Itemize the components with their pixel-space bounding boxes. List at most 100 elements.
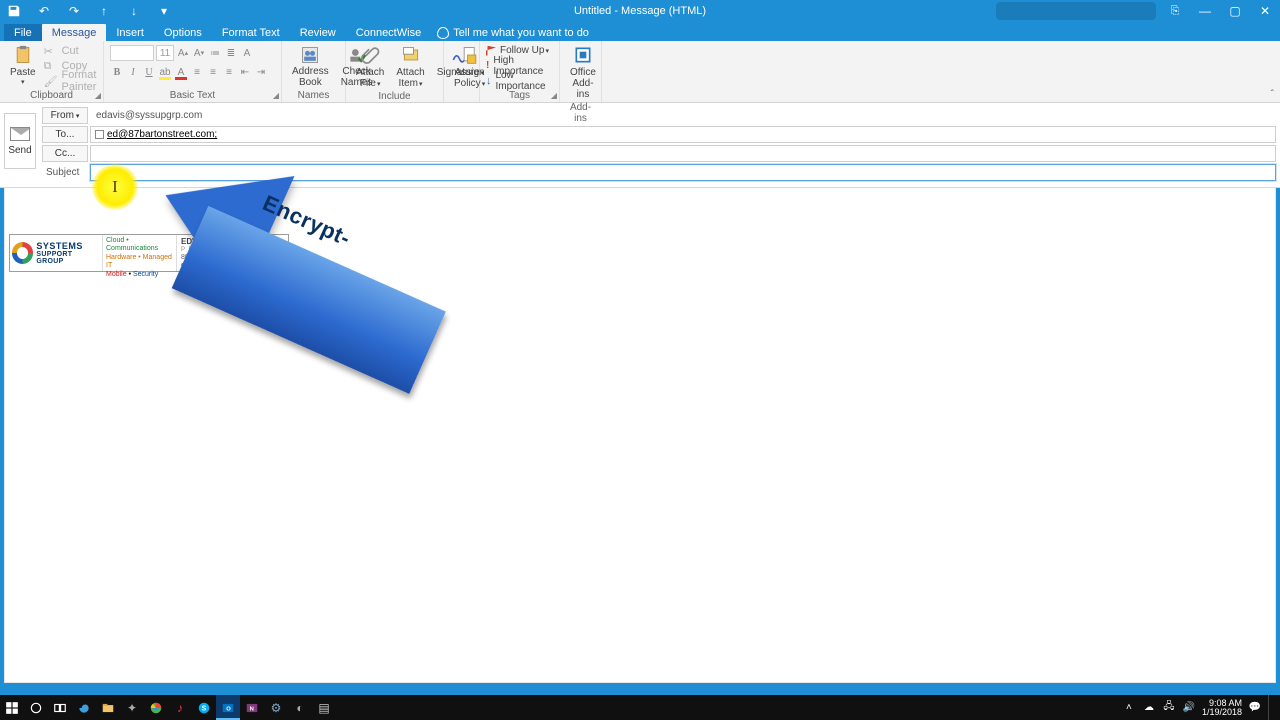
- tab-format-text[interactable]: Format Text: [212, 24, 290, 41]
- task-view-button[interactable]: [48, 695, 72, 720]
- tab-message[interactable]: Message: [42, 24, 107, 41]
- tray-volume-icon[interactable]: 🔊: [1182, 701, 1196, 715]
- highlight-button[interactable]: ab: [158, 65, 172, 79]
- maximize-button[interactable]: ▢: [1220, 0, 1250, 22]
- start-button[interactable]: [0, 695, 24, 720]
- tray-onedrive-icon[interactable]: ☁: [1142, 701, 1156, 715]
- bold-button[interactable]: B: [110, 65, 124, 79]
- next-item-icon[interactable]: ↓: [126, 3, 142, 19]
- window-title: Untitled - Message (HTML): [574, 5, 706, 17]
- shrink-font-button[interactable]: A▾: [192, 46, 206, 60]
- title-bar: ↶ ↷ ↑ ↓ ▾ Untitled - Message (HTML) ⎘ — …: [0, 0, 1280, 22]
- taskbar-app-3[interactable]: ⚙: [264, 695, 288, 720]
- align-left-button[interactable]: ≡: [190, 65, 204, 79]
- taskbar-onenote[interactable]: N: [240, 695, 264, 720]
- increase-indent-button[interactable]: ⇥: [254, 65, 268, 79]
- save-icon[interactable]: [6, 3, 22, 19]
- clipboard-dialog-launcher[interactable]: ◢: [95, 91, 101, 100]
- windows-taskbar: ✦ ♪ S O N ⚙ ◐ ▤ ˄ ☁ 🖧 🔊 9:08 AM 1/19/201…: [0, 695, 1280, 720]
- tray-chevron-up-icon[interactable]: ˄: [1122, 701, 1136, 715]
- ribbon: Paste ▾ ✂Cut ⧉Copy 🖌Format Painter Clipb…: [0, 41, 1280, 103]
- grow-font-button[interactable]: A▴: [176, 46, 190, 60]
- font-size-combo[interactable]: 11: [156, 45, 174, 61]
- group-clipboard: Paste ▾ ✂Cut ⧉Copy 🖌Format Painter Clipb…: [0, 41, 104, 102]
- from-button[interactable]: From▾: [42, 107, 88, 124]
- tags-dialog-launcher[interactable]: ◢: [551, 91, 557, 100]
- italic-button[interactable]: I: [126, 65, 140, 79]
- cut-button[interactable]: ✂Cut: [44, 43, 97, 58]
- align-center-button[interactable]: ≡: [206, 65, 220, 79]
- taskbar-chrome[interactable]: [144, 695, 168, 720]
- tab-file[interactable]: File: [4, 24, 42, 41]
- font-color-button[interactable]: A: [174, 65, 188, 79]
- numbering-button[interactable]: ≣: [224, 46, 238, 60]
- group-names: Address Book Check Names Names: [282, 41, 346, 102]
- taskbar-app-2[interactable]: ♪: [168, 695, 192, 720]
- ribbon-tabstrip: File Message Insert Options Format Text …: [0, 22, 1280, 41]
- group-label-basic-text: Basic Text: [110, 90, 275, 102]
- redo-icon[interactable]: ↷: [66, 3, 82, 19]
- cc-input[interactable]: [90, 145, 1276, 162]
- low-importance-button[interactable]: ↓Low Importance: [486, 73, 553, 88]
- decrease-indent-button[interactable]: ⇤: [238, 65, 252, 79]
- group-tags: Follow Up !High Importance ↓Low Importan…: [480, 41, 560, 102]
- qat-customize-icon[interactable]: ▾: [156, 3, 172, 19]
- group-addins: Office Add-ins Add-ins: [560, 41, 602, 102]
- text-cursor-icon: I: [112, 177, 118, 197]
- attach-file-button[interactable]: Attach File: [352, 43, 388, 91]
- bullets-button[interactable]: ≔: [208, 46, 222, 60]
- address-book-button[interactable]: Address Book: [288, 43, 333, 90]
- taskbar-edge[interactable]: [72, 695, 96, 720]
- group-assign-policy: Assign Policy: [444, 41, 480, 102]
- paste-label: Paste: [10, 67, 36, 78]
- tab-options[interactable]: Options: [154, 24, 212, 41]
- undo-icon[interactable]: ↶: [36, 3, 52, 19]
- group-basic-text: 11 A▴ A▾ ≔ ≣ A B I U ab A ≡ ≡ ≡ ⇤ ⇥ Basi…: [104, 41, 282, 102]
- paste-button[interactable]: Paste ▾: [6, 43, 40, 90]
- highlight-annotation: I: [92, 164, 138, 210]
- tab-insert[interactable]: Insert: [106, 24, 154, 41]
- group-label-include: Include: [352, 91, 437, 103]
- ribbon-display-options-button[interactable]: ⎘: [1160, 0, 1190, 22]
- send-button[interactable]: Send: [4, 113, 36, 169]
- svg-text:O: O: [226, 706, 231, 712]
- to-input[interactable]: ed@87bartonstreet.com;: [90, 126, 1276, 143]
- minimize-button[interactable]: —: [1190, 0, 1220, 22]
- format-painter-button[interactable]: 🖌Format Painter: [44, 73, 97, 88]
- lightbulb-icon: [437, 27, 449, 39]
- attach-item-button[interactable]: Attach Item: [392, 43, 428, 91]
- tell-me-search[interactable]: Tell me what you want to do: [437, 27, 589, 41]
- tray-clock[interactable]: 9:08 AM 1/19/2018: [1202, 699, 1242, 717]
- taskbar-app-1[interactable]: ✦: [120, 695, 144, 720]
- taskbar-app-5[interactable]: ▤: [312, 695, 336, 720]
- group-label-addins: Add-ins: [566, 102, 595, 125]
- to-button[interactable]: To...: [42, 126, 88, 143]
- font-name-combo[interactable]: [110, 45, 154, 61]
- taskbar-outlook[interactable]: O: [216, 695, 240, 720]
- basic-text-dialog-launcher[interactable]: ◢: [273, 91, 279, 100]
- clear-formatting-button[interactable]: A: [240, 46, 254, 60]
- prev-item-icon[interactable]: ↑: [96, 3, 112, 19]
- taskbar-skype[interactable]: S: [192, 695, 216, 720]
- tell-me-label: Tell me what you want to do: [453, 27, 589, 39]
- collapse-ribbon-button[interactable]: ˆ: [1271, 89, 1274, 100]
- group-include: Attach File Attach Item Signature Includ…: [346, 41, 444, 102]
- show-desktop-button[interactable]: [1268, 695, 1274, 720]
- svg-text:S: S: [202, 705, 207, 712]
- svg-text:N: N: [250, 706, 254, 712]
- tray-network-icon[interactable]: 🖧: [1162, 701, 1176, 715]
- tray-notifications-icon[interactable]: 💬: [1248, 701, 1262, 715]
- low-importance-icon: ↓: [486, 75, 492, 87]
- cc-button[interactable]: Cc...: [42, 145, 88, 162]
- tab-connectwise[interactable]: ConnectWise: [346, 24, 431, 41]
- cortana-button[interactable]: [24, 695, 48, 720]
- taskbar-app-4[interactable]: ◐: [288, 695, 312, 720]
- office-addins-button[interactable]: Office Add-ins: [566, 43, 600, 102]
- close-button[interactable]: ✕: [1250, 0, 1280, 22]
- taskbar-file-explorer[interactable]: [96, 695, 120, 720]
- quick-access-toolbar: ↶ ↷ ↑ ↓ ▾: [0, 3, 172, 19]
- encrypt-callout-arrow: Encrypt-: [150, 178, 450, 328]
- tab-review[interactable]: Review: [290, 24, 346, 41]
- align-right-button[interactable]: ≡: [222, 65, 236, 79]
- underline-button[interactable]: U: [142, 65, 156, 79]
